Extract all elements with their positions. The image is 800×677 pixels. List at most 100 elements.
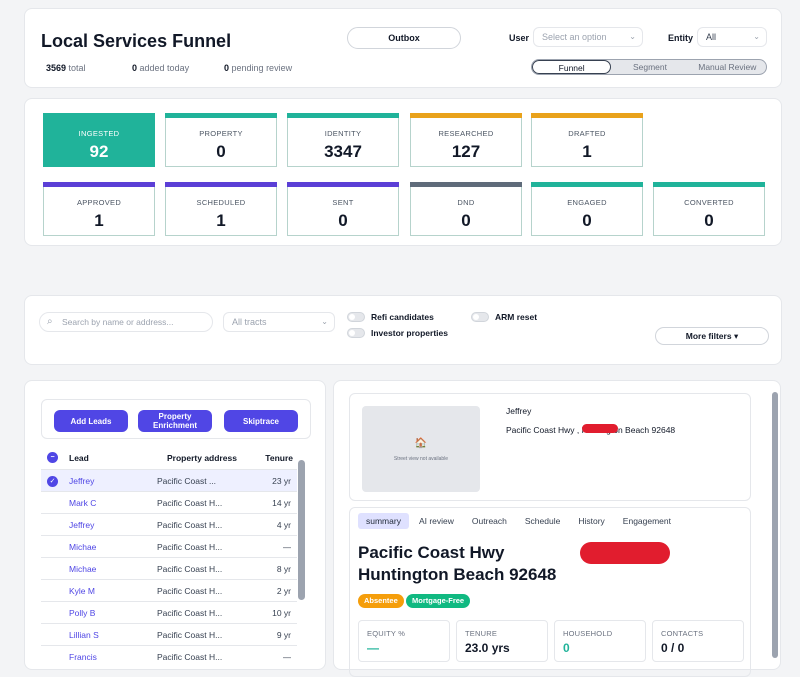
tenure-metric: TENURE 23.0 yrs (456, 620, 548, 662)
mortgage-free-badge: Mortgage-Free (406, 594, 471, 608)
tab-funnel[interactable]: Funnel (532, 60, 612, 74)
stage-count: 0 (216, 142, 226, 161)
cell-name[interactable]: Francis (69, 652, 139, 662)
col-lead: Lead (69, 453, 89, 463)
cell-name[interactable]: Polly B (69, 608, 139, 618)
table-row[interactable]: Mark C Pacific Coast H... 14 yr (41, 491, 297, 513)
chevron-down-icon: ⌄ (629, 32, 636, 41)
cell-tenure: 4 yr (276, 520, 291, 530)
entity-select[interactable]: All ⌄ (697, 27, 767, 47)
toggle-switch[interactable] (347, 328, 365, 338)
tracts-select[interactable]: All tracts ⌄ (223, 312, 335, 332)
tab-summary[interactable]: summary (358, 513, 409, 529)
tab-engagement[interactable]: Engagement (615, 513, 679, 529)
table-header: − Lead Property address Tenure (41, 449, 297, 467)
stage-color-bar (410, 182, 522, 187)
household-metric: HOUSEHOLD 0 (554, 620, 646, 662)
cell-address: Pacific Coast H... (157, 652, 223, 662)
tab-ai-review[interactable]: AI review (411, 513, 462, 529)
property-enrichment-button[interactable]: Property Enrichment (138, 410, 212, 432)
table-row[interactable]: Michae Pacific Coast H... 8 yr (41, 557, 297, 579)
outbox-button[interactable]: Outbox (347, 27, 461, 49)
stage-color-bar (165, 113, 277, 118)
cell-name[interactable]: Michae (69, 542, 139, 552)
tab-segment[interactable]: Segment (611, 60, 688, 74)
cell-name[interactable]: Kyle M (69, 586, 139, 596)
toggle-switch[interactable] (347, 312, 365, 322)
cell-address: Pacific Coast H... (157, 498, 223, 508)
skiptrace-button[interactable]: Skiptrace (224, 410, 298, 432)
header-card: Local Services Funnel 3569 total 0 added… (24, 8, 782, 88)
funnel-stage-researched[interactable]: RESEARCHED 127 (410, 113, 522, 167)
stage-label: DND (457, 198, 475, 207)
funnel-stage-sent[interactable]: SENT 0 (287, 182, 399, 236)
chevron-down-icon: ⌄ (753, 32, 760, 41)
cell-address: Pacific Coast H... (157, 630, 223, 640)
funnel-stage-converted[interactable]: CONVERTED 0 (653, 182, 765, 236)
detail-card: summary AI review Outreach Schedule Hist… (349, 507, 751, 677)
table-row[interactable]: Michae Pacific Coast H... — (41, 535, 297, 557)
tab-manual-review[interactable]: Manual Review (689, 60, 766, 74)
table-row[interactable]: Jeffrey Pacific Coast H... 4 yr (41, 513, 297, 535)
stage-label: APPROVED (76, 198, 122, 207)
table-row[interactable]: Polly B Pacific Coast H... 10 yr (41, 601, 297, 623)
tab-history[interactable]: History (570, 513, 612, 529)
funnel-stage-engaged[interactable]: ENGAGED 0 (531, 182, 643, 236)
search-input[interactable]: ⌕ Search by name or address... (39, 312, 213, 332)
lead-list-panel: Add Leads Property Enrichment Skiptrace … (24, 380, 326, 670)
funnel-stage-property[interactable]: PROPERTY 0 (165, 113, 277, 167)
funnel-stage-identity[interactable]: IDENTITY 3347 (287, 113, 399, 167)
user-select[interactable]: Select an option ⌄ (533, 27, 643, 47)
toggle-switch[interactable] (471, 312, 489, 322)
funnel-stage-approved[interactable]: APPROVED 1 (43, 182, 155, 236)
cell-name[interactable]: Michae (69, 564, 139, 574)
stage-color-bar (653, 182, 765, 187)
tab-outreach[interactable]: Outreach (464, 513, 515, 529)
funnel-stage-ingested[interactable]: INGESTED 92 (43, 113, 155, 167)
cell-tenure: — (282, 542, 292, 552)
stage-count: 0 (338, 211, 348, 230)
cell-tenure: 23 yr (272, 476, 291, 486)
add-leads-button[interactable]: Add Leads (54, 410, 128, 432)
redaction-mark (580, 542, 670, 564)
detail-scrollbar[interactable] (772, 392, 778, 658)
cell-tenure: 10 yr (272, 608, 291, 618)
funnel-stage-dnd[interactable]: DND 0 (410, 182, 522, 236)
stage-label: SENT (332, 198, 354, 207)
stage-label: IDENTITY (324, 129, 362, 138)
cell-name[interactable]: Lillian S (69, 630, 139, 640)
added-stat: 0 added today (132, 63, 190, 73)
funnel-stage-drafted[interactable]: DRAFTED 1 (531, 113, 643, 167)
toggle-investor[interactable]: Investor properties (347, 328, 448, 338)
cell-address: Pacific Coast H... (157, 564, 223, 574)
stage-color-bar (43, 182, 155, 187)
list-scrollbar[interactable] (298, 460, 305, 600)
toggle-refi[interactable]: Refi candidates (347, 312, 434, 322)
cell-name[interactable]: Jeffrey (69, 520, 139, 530)
more-filters-button[interactable]: More filters ▾ (655, 327, 769, 345)
absentee-badge: Absentee (358, 594, 404, 608)
detail-address: Pacific Coast Hwy Huntington Beach 92648 (358, 543, 557, 584)
stage-count: 1 (216, 211, 226, 230)
view-toggle: Funnel Segment Manual Review (531, 59, 767, 75)
toggle-arm-reset[interactable]: ARM reset (471, 312, 537, 322)
table-row[interactable]: Lillian S Pacific Coast H... 9 yr (41, 623, 297, 645)
tab-schedule[interactable]: Schedule (517, 513, 568, 529)
stage-label: CONVERTED (684, 198, 734, 207)
stage-label: ENGAGED (567, 198, 607, 207)
row-checkbox[interactable]: ✓ (47, 476, 58, 487)
table-row[interactable]: ✓ Jeffrey Pacific Coast ... 23 yr (41, 469, 297, 491)
cell-name[interactable]: Jeffrey (69, 476, 139, 486)
stage-label: INGESTED (78, 129, 120, 138)
select-all-checkbox[interactable]: − (47, 452, 58, 463)
street-view: 🏠 Street view not available (362, 406, 480, 492)
cell-address: Pacific Coast H... (157, 520, 223, 530)
cell-tenure: 8 yr (276, 564, 291, 574)
table-row[interactable]: Kyle M Pacific Coast H... 2 yr (41, 579, 297, 601)
stage-count: 0 (704, 211, 714, 230)
funnel-stage-scheduled[interactable]: SCHEDULED 1 (165, 182, 277, 236)
lead-detail-panel: 🏠 Street view not available Jeffrey Paci… (333, 380, 781, 677)
cell-tenure: 14 yr (272, 498, 291, 508)
stage-count: 1 (582, 142, 592, 161)
cell-name[interactable]: Mark C (69, 498, 139, 508)
